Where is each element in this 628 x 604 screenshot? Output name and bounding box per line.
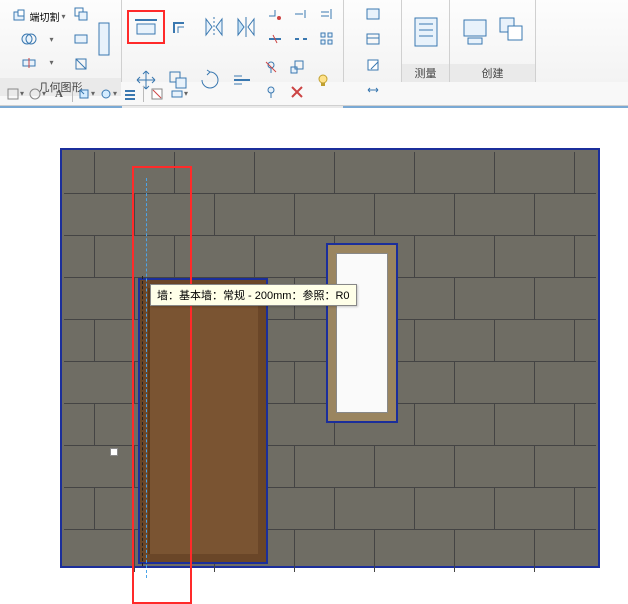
split-geometry-button[interactable]: ▾ [9,51,67,73]
offset-button[interactable] [167,12,197,42]
element-tooltip: 墙：基本墙：常规 - 200mm：参照：R0 [150,284,357,306]
ribbon: 端切割 ▾ ▾ ▾ [0,0,628,108]
split-element-button[interactable] [263,27,287,51]
geo-tool-1[interactable] [69,2,93,26]
view-btn-3[interactable] [361,53,385,77]
ribbon-panel-view: 视图 [344,0,402,82]
opt-btn-3[interactable] [77,85,95,103]
canvas[interactable]: 墙：基本墙：常规 - 200mm：参照：R0 [0,108,628,578]
geo-tool-2[interactable] [69,27,93,51]
window-element[interactable] [326,243,398,423]
ribbon-panel-measure: 测量 [402,0,450,82]
trim-single-button[interactable] [289,2,313,26]
opt-btn-1[interactable] [6,85,24,103]
view-btn-1[interactable] [361,2,385,26]
view-btn-4[interactable] [361,78,385,102]
geo-tool-3[interactable] [69,52,93,76]
view-btn-2[interactable] [361,27,385,51]
cut-geometry-button[interactable]: 端切割 ▾ [9,5,67,27]
cut-label: 端切割 [30,9,60,24]
opt-btn-5[interactable] [121,85,139,103]
opt-btn-2[interactable] [28,85,46,103]
measure-button[interactable] [409,8,443,56]
trim-extend-button[interactable] [227,65,257,95]
unpin-button[interactable] [259,55,283,79]
ribbon-panel-empty [536,0,628,82]
ribbon-panel-create: 创建 [450,0,536,82]
lightbulb-icon[interactable] [311,68,335,92]
align-button[interactable] [131,14,161,40]
mirror-draw-button[interactable] [231,12,261,42]
rotate-button[interactable] [195,65,225,95]
trim-corner-button[interactable] [263,2,287,26]
ribbon-panel-geometry: 端切割 ▾ ▾ ▾ [0,0,122,82]
opt-btn-6[interactable] [148,85,166,103]
array-button[interactable] [315,27,339,51]
highlighted-tool [127,10,165,44]
join-geometry-button[interactable]: ▾ [9,28,67,50]
opt-btn-4[interactable] [99,85,117,103]
geo-tool-4[interactable] [95,15,113,63]
delete-button[interactable] [285,80,309,104]
scale-button[interactable] [285,55,309,79]
door-handle-icon [110,448,118,456]
create-button-2[interactable] [494,8,528,56]
window-glass [336,253,388,413]
text-icon[interactable]: A [50,85,68,103]
door-panel [148,288,258,554]
create-button-1[interactable] [458,8,492,56]
ribbon-panel-modify: 修改 [122,0,344,82]
split-gap-button[interactable] [289,27,313,51]
opt-btn-7[interactable] [170,85,188,103]
pin-button[interactable] [259,80,283,104]
panel-label-measure: 测量 [402,64,449,82]
wall-view: 墙：基本墙：常规 - 200mm：参照：R0 [60,148,600,568]
door-element[interactable] [138,278,268,564]
panel-label-create: 创建 [450,64,535,82]
trim-multi-button[interactable] [315,2,339,26]
mirror-pick-button[interactable] [199,12,229,42]
ribbon-panel-row: 端切割 ▾ ▾ ▾ [0,0,628,82]
